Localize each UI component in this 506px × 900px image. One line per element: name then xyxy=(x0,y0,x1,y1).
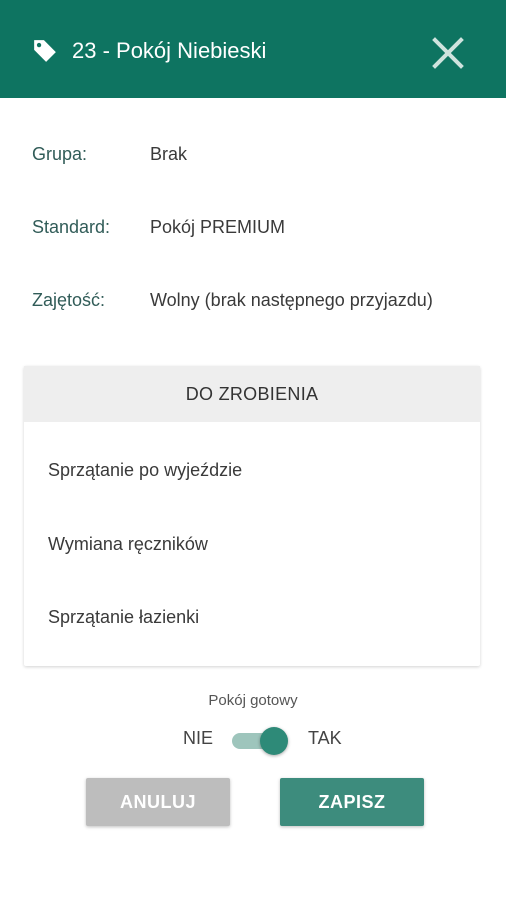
standard-value: Pokój PREMIUM xyxy=(150,217,286,237)
occupancy-value: Wolny (brak następnego przyjazdu) xyxy=(150,290,433,310)
tag-icon xyxy=(34,40,56,62)
save-button[interactable]: ZAPISZ xyxy=(280,778,424,826)
room-ready-toggle[interactable] xyxy=(230,726,290,756)
cancel-button[interactable]: ANULUJ xyxy=(86,778,230,826)
occupancy-label: Zajętość: xyxy=(32,290,106,310)
ready-on-label: TAK xyxy=(308,728,342,748)
todo-card: DO ZROBIENIA Sprzątanie po wyjeździe Wym… xyxy=(24,366,480,666)
todo-item: Sprzątanie po wyjeździe xyxy=(48,460,243,480)
group-value: Brak xyxy=(150,144,188,164)
todo-item: Sprzątanie łazienki xyxy=(48,607,200,627)
dialog-title: 23 - Pokój Niebieski xyxy=(72,38,267,63)
ready-off-label: NIE xyxy=(183,728,214,748)
group-label: Grupa: xyxy=(32,144,88,164)
toggle-thumb xyxy=(260,727,288,755)
room-ready-label: Pokój gotowy xyxy=(208,692,298,709)
todo-item: Wymiana ręczników xyxy=(48,534,208,554)
todo-title: DO ZROBIENIA xyxy=(24,366,480,422)
close-icon[interactable] xyxy=(426,31,470,75)
standard-label: Standard: xyxy=(32,217,111,237)
dialog-header: 23 - Pokój Niebieski xyxy=(0,0,506,98)
